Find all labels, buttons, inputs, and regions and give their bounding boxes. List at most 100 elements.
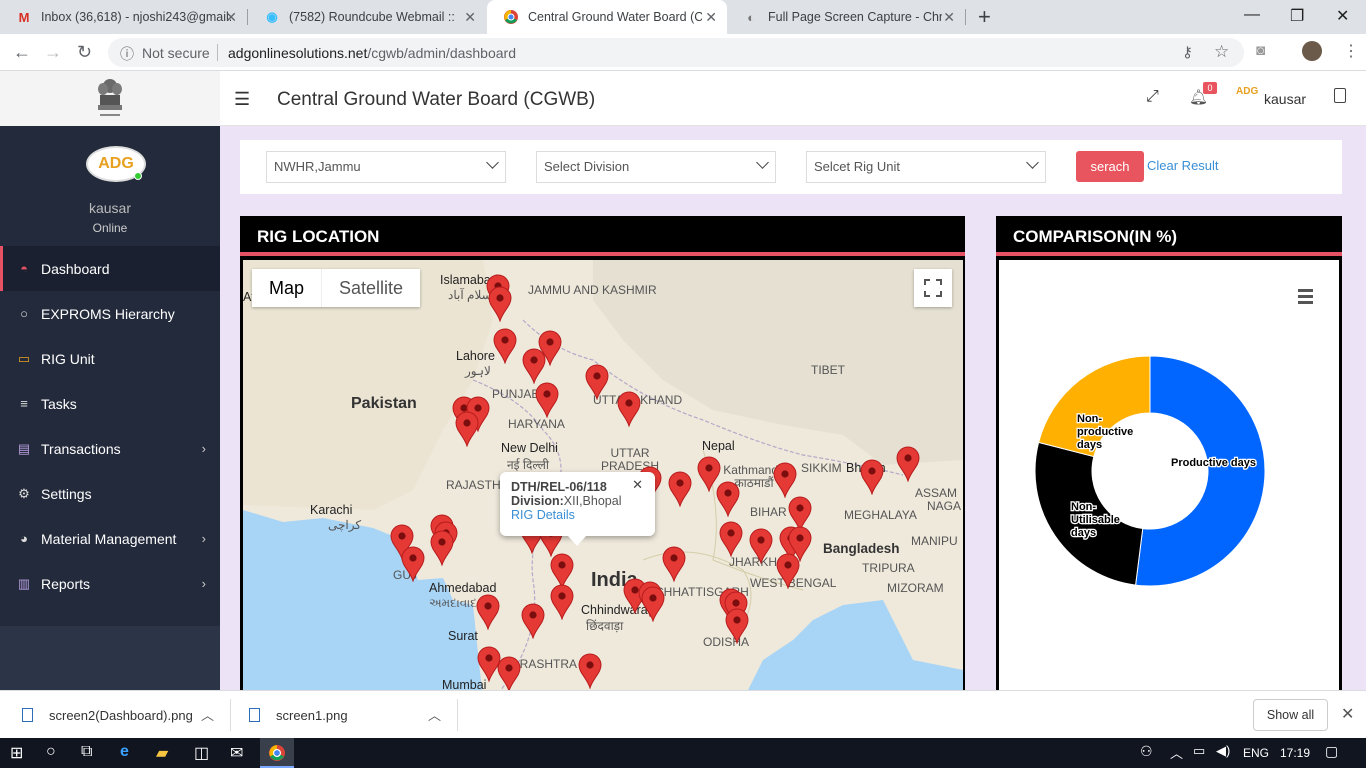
map-marker-icon[interactable] xyxy=(476,594,500,630)
mail-icon[interactable]: ✉ xyxy=(230,743,243,763)
tab-cgwb[interactable]: Central Ground Water Board (CGWB) ✕ xyxy=(487,0,727,34)
task-view-icon[interactable]: ⧉ xyxy=(81,743,92,761)
region-select[interactable]: NWHR,Jammu xyxy=(266,151,506,183)
header-username[interactable]: kausar xyxy=(1264,91,1306,107)
minimize-button[interactable]: — xyxy=(1244,6,1260,24)
download-item[interactable]: screen1.png xyxy=(249,691,348,739)
network-icon[interactable]: ▭ xyxy=(1193,743,1205,759)
map-marker-icon[interactable] xyxy=(725,608,749,644)
file-explorer-icon[interactable]: ▰ xyxy=(156,743,168,763)
profile-avatar[interactable] xyxy=(1302,41,1322,61)
map-marker-icon[interactable] xyxy=(535,382,559,418)
map-marker-icon[interactable] xyxy=(521,603,545,639)
rig-map[interactable]: Islamabad اسلام آباد JAMMU AND KASHMIR L… xyxy=(243,260,963,690)
map-marker-icon[interactable] xyxy=(493,328,517,364)
map-marker-icon[interactable] xyxy=(455,411,479,447)
camera-icon[interactable]: ◙ xyxy=(1256,42,1265,59)
sidebar-item-settings[interactable]: ⚙ Settings xyxy=(0,471,220,516)
map-marker-icon[interactable] xyxy=(776,553,800,589)
close-icon[interactable]: ✕ xyxy=(225,9,237,26)
map-marker-icon[interactable] xyxy=(749,528,773,564)
map-marker-icon[interactable] xyxy=(773,462,797,498)
tab-screen-capture[interactable]: ◐ Full Page Screen Capture - Chrome ✕ xyxy=(727,0,965,34)
map-marker-icon[interactable] xyxy=(668,471,692,507)
map-marker-icon[interactable] xyxy=(641,586,665,622)
info-icon[interactable]: ⓘ xyxy=(120,44,134,64)
close-icon[interactable]: ✕ xyxy=(632,477,643,493)
map-marker-icon[interactable] xyxy=(896,446,920,482)
search-icon[interactable]: ○ xyxy=(46,743,56,761)
donut-slice[interactable] xyxy=(1135,355,1266,587)
forward-arrow-icon[interactable]: → xyxy=(44,42,62,63)
sidebar-toggle-icon[interactable] xyxy=(1334,88,1346,103)
star-icon[interactable]: ☆ xyxy=(1214,42,1229,62)
volume-icon[interactable]: ◀) xyxy=(1216,743,1230,759)
url-text[interactable]: adgonlinesolutions.net/cgwb/admin/dashbo… xyxy=(228,45,516,61)
map-marker-icon[interactable] xyxy=(497,656,521,690)
new-tab-button[interactable]: + xyxy=(978,4,991,30)
tab-roundcube[interactable]: ◉ (7582) Roundcube Webmail :: Inbox ✕ xyxy=(248,0,486,34)
map-marker-icon[interactable] xyxy=(617,391,641,427)
clear-result-link[interactable]: Clear Result xyxy=(1147,158,1219,173)
sidebar-item-tasks[interactable]: ≡ Tasks xyxy=(0,381,220,426)
map-label-jammu: JAMMU AND KASHMIR xyxy=(528,283,657,297)
map-marker-icon[interactable] xyxy=(860,459,884,495)
close-icon[interactable]: ✕ xyxy=(705,9,717,26)
notification-center-icon[interactable]: ▢ xyxy=(1325,743,1338,760)
map-marker-icon[interactable] xyxy=(585,364,609,400)
map-marker-icon[interactable] xyxy=(522,348,546,384)
tab-gmail[interactable]: M Inbox (36,618) - njoshi243@gmail.com ✕ xyxy=(0,0,247,34)
chevron-up-icon[interactable]: ︿ xyxy=(201,705,214,724)
address-bar[interactable]: ⓘ Not secure adgonlinesolutions.net/cgwb… xyxy=(108,38,1244,67)
map-marker-icon[interactable] xyxy=(716,481,740,517)
people-icon[interactable]: ⚇ xyxy=(1140,743,1153,760)
map-marker-icon[interactable] xyxy=(662,546,686,582)
security-label: Not secure xyxy=(142,45,210,61)
user-avatar[interactable]: ADG xyxy=(1236,86,1258,104)
sidebar-item-exproms[interactable]: ○ EXPROMS Hierarchy xyxy=(0,291,220,336)
close-icon[interactable]: ✕ xyxy=(1341,704,1354,724)
store-icon[interactable]: ◫ xyxy=(194,743,209,763)
download-item[interactable]: screen2(Dashboard).png xyxy=(22,691,193,739)
rig-unit-select[interactable]: Selcet Rig Unit xyxy=(806,151,1046,183)
window-close-button[interactable]: ✕ xyxy=(1336,6,1349,26)
chrome-icon xyxy=(269,745,285,761)
sidebar-item-material-management[interactable]: ◕ Material Management › xyxy=(0,516,220,561)
reload-icon[interactable]: ↻ xyxy=(77,42,92,63)
edge-icon[interactable]: e xyxy=(120,743,129,761)
map-marker-icon[interactable] xyxy=(578,653,602,689)
map-marker-icon[interactable] xyxy=(430,530,454,566)
close-icon[interactable]: ✕ xyxy=(943,9,955,26)
language-indicator[interactable]: ENG xyxy=(1243,746,1269,760)
chrome-taskbar-button[interactable] xyxy=(260,738,294,768)
map-marker-icon[interactable] xyxy=(488,286,512,322)
map-type-satellite-button[interactable]: Satellite xyxy=(321,269,420,307)
clock[interactable]: 17:19 xyxy=(1280,746,1310,760)
close-icon[interactable]: ✕ xyxy=(464,9,476,26)
map-type-map-button[interactable]: Map xyxy=(252,269,321,307)
hamburger-menu-icon[interactable]: ☰ xyxy=(234,89,250,110)
windows-start-icon[interactable]: ⊞ xyxy=(10,743,23,763)
chevron-up-icon[interactable]: ︿ xyxy=(428,705,441,724)
map-marker-icon[interactable] xyxy=(719,521,743,557)
map-fullscreen-button[interactable] xyxy=(914,269,952,307)
map-label-sikkim: SIKKIM xyxy=(801,461,842,475)
map-marker-icon[interactable] xyxy=(401,546,425,582)
search-button[interactable]: serach xyxy=(1076,151,1144,182)
more-menu-icon[interactable]: ⋮ xyxy=(1343,41,1359,61)
sidebar-item-rig-unit[interactable]: ▭ RIG Unit xyxy=(0,336,220,381)
expand-icon[interactable]: ⤢ xyxy=(1146,88,1159,106)
sidebar-item-dashboard[interactable]: ◓ Dashboard xyxy=(0,246,220,291)
back-arrow-icon[interactable]: ← xyxy=(13,42,31,63)
sidebar-item-transactions[interactable]: ▤ Transactions › xyxy=(0,426,220,471)
chevron-up-icon[interactable]: ︿ xyxy=(1170,743,1183,762)
map-marker-icon[interactable] xyxy=(550,584,574,620)
reports-icon: ▥ xyxy=(17,575,31,591)
sidebar-item-label: Dashboard xyxy=(41,260,110,277)
show-all-button[interactable]: Show all xyxy=(1253,699,1328,731)
rig-details-link[interactable]: RIG Details xyxy=(511,508,575,522)
maximize-button[interactable]: ❐ xyxy=(1290,6,1304,26)
division-select[interactable]: Select Division xyxy=(536,151,776,183)
key-icon[interactable]: ⚷ xyxy=(1182,43,1193,61)
sidebar-item-reports[interactable]: ▥ Reports › xyxy=(0,561,220,606)
